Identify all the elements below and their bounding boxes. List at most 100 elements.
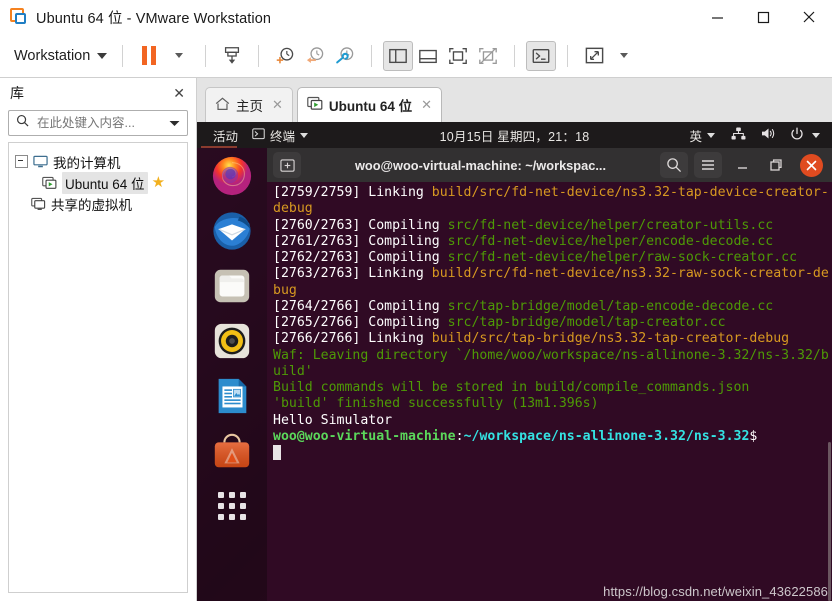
chevron-down-icon bbox=[97, 52, 108, 59]
terminal-text-segment: $ bbox=[749, 428, 766, 444]
rhythmbox-speaker-icon bbox=[214, 323, 250, 359]
terminal-menu-button[interactable] bbox=[694, 152, 722, 178]
tree-item-label: 我的计算机 bbox=[53, 155, 121, 171]
vm-pane: 主页 ✕ Ubuntu 64 位 ✕ 活动 终端 10月15日 星期四，21：1… bbox=[197, 78, 832, 601]
library-header: 库 ✕ bbox=[0, 78, 196, 108]
dock-item-rhythmbox[interactable] bbox=[210, 319, 254, 363]
pause-vm-button[interactable] bbox=[134, 41, 164, 71]
pause-dropdown-button[interactable] bbox=[164, 41, 194, 71]
show-library-button[interactable] bbox=[383, 40, 414, 71]
panel-left-icon bbox=[389, 48, 408, 63]
gnome-top-bar: 活动 终端 10月15日 星期四，21：18 英 bbox=[197, 122, 832, 148]
virtual-machine-running-icon bbox=[307, 96, 323, 114]
terminal-maximize-button[interactable] bbox=[762, 152, 790, 178]
dock-item-thunderbird[interactable] bbox=[210, 209, 254, 253]
workstation-menu-label: Workstation bbox=[14, 47, 91, 64]
terminal-output[interactable]: [2759/2759] Linking build/src/fd-net-dev… bbox=[267, 182, 832, 601]
show-thumbnail-bar-button[interactable] bbox=[413, 41, 443, 71]
library-search-box[interactable] bbox=[8, 110, 188, 136]
tab-home[interactable]: 主页 ✕ bbox=[205, 87, 293, 122]
new-tab-button[interactable] bbox=[273, 152, 301, 178]
hamburger-menu-icon bbox=[702, 160, 714, 170]
terminal-cursor bbox=[273, 445, 281, 460]
files-folder-icon bbox=[214, 269, 250, 303]
hide-console-view-button[interactable] bbox=[473, 41, 503, 71]
power-icon[interactable] bbox=[785, 127, 809, 144]
terminal-text-segment: [2765/2766] Compiling bbox=[273, 315, 448, 330]
terminal-close-button[interactable] bbox=[800, 153, 823, 177]
watermark-text: https://blog.csdn.net/weixin_43622586 bbox=[603, 584, 828, 599]
dock-item-firefox[interactable] bbox=[210, 154, 254, 198]
toolbar-divider bbox=[122, 44, 124, 67]
terminal-text-segment: build/src/tap-bridge/ns3.32-tap-creator-… bbox=[431, 331, 790, 347]
close-icon[interactable]: ✕ bbox=[421, 97, 432, 113]
collapse-toggle-icon[interactable] bbox=[15, 155, 28, 168]
tree-item-label: 共享的虚拟机 bbox=[51, 197, 132, 213]
tree-item-my-computer[interactable]: 我的计算机 bbox=[9, 151, 187, 172]
input-method-button[interactable]: 英 bbox=[682, 122, 722, 148]
maximize-icon bbox=[770, 159, 782, 171]
thunderbird-icon bbox=[213, 212, 251, 250]
window-title: Ubuntu 64 位 - VMware Workstation bbox=[36, 10, 272, 27]
show-console-view-button[interactable] bbox=[443, 41, 473, 71]
tab-ubuntu-64[interactable]: Ubuntu 64 位 ✕ bbox=[296, 87, 443, 122]
search-icon bbox=[667, 158, 682, 173]
fullscreen-icon bbox=[585, 47, 604, 64]
clock-button[interactable]: 10月15日 星期四，21：18 bbox=[440, 126, 590, 145]
workstation-menu-button[interactable]: Workstation bbox=[10, 44, 111, 68]
snapshot-manage-icon bbox=[336, 46, 354, 63]
clock-label: 10月15日 星期四，21：18 bbox=[439, 129, 590, 144]
enter-fullscreen-button[interactable] bbox=[579, 41, 609, 71]
take-snapshot-button[interactable] bbox=[270, 41, 300, 71]
dock-item-libreoffice-writer[interactable] bbox=[210, 374, 254, 418]
close-icon[interactable]: ✕ bbox=[170, 85, 188, 102]
activities-button[interactable]: 活动 bbox=[206, 122, 245, 148]
manage-snapshots-button[interactable] bbox=[330, 41, 360, 71]
library-title: 库 bbox=[10, 85, 24, 101]
close-icon bbox=[806, 160, 817, 170]
terminal-text-segment: [2761/2763] Compiling bbox=[273, 233, 448, 249]
tree-item-ubuntu-64[interactable]: Ubuntu 64 位 ★ bbox=[9, 171, 187, 194]
terminal-title: woo@woo-virtual-machine: ~/workspac... bbox=[354, 157, 607, 173]
tree-item-shared-vms[interactable]: 共享的虚拟机 bbox=[9, 193, 187, 214]
close-button[interactable] bbox=[786, 0, 832, 34]
chevron-down-icon[interactable] bbox=[812, 132, 820, 138]
tab-label: 主页 bbox=[236, 99, 263, 114]
status-area: 英 bbox=[682, 122, 823, 148]
dock-item-show-applications[interactable] bbox=[210, 484, 254, 528]
close-icon[interactable]: ✕ bbox=[272, 97, 283, 113]
vm-console[interactable]: 活动 终端 10月15日 星期四，21：18 英 woo@woo-virtual… bbox=[197, 122, 832, 601]
star-icon[interactable]: ★ bbox=[152, 175, 165, 190]
show-terminal-button[interactable] bbox=[526, 40, 557, 71]
terminal-text-segment: src/tap-bridge/model/tap-creator.cc bbox=[447, 315, 726, 330]
terminal-search-button[interactable] bbox=[660, 152, 688, 178]
minimize-button[interactable] bbox=[694, 0, 740, 34]
terminal-text-segment: Hello Simulator bbox=[273, 412, 393, 428]
vmware-logo-icon bbox=[10, 8, 28, 26]
window-controls bbox=[694, 0, 832, 34]
dock-item-files[interactable] bbox=[210, 264, 254, 308]
network-wired-icon[interactable] bbox=[725, 127, 752, 143]
send-ctrl-alt-del-button[interactable] bbox=[217, 41, 247, 71]
firefox-icon bbox=[212, 156, 252, 196]
search-input[interactable] bbox=[35, 115, 169, 131]
revert-snapshot-button[interactable] bbox=[300, 41, 330, 71]
snapshot-revert-icon bbox=[307, 46, 324, 63]
main-toolbar: Workstation bbox=[0, 34, 832, 78]
maximize-button[interactable] bbox=[740, 0, 786, 34]
terminal-minimize-button[interactable] bbox=[728, 152, 756, 178]
fullscreen-dropdown-button[interactable] bbox=[609, 41, 639, 71]
chevron-down-icon bbox=[300, 132, 309, 138]
terminal-icon bbox=[532, 48, 550, 63]
terminal-text-segment: src/fd-net-device/helper/raw-sock-creato… bbox=[447, 250, 798, 265]
chevron-down-icon[interactable] bbox=[169, 114, 180, 132]
terminal-text-segment: src/fd-net-device/helper/encode-decode.c… bbox=[447, 233, 774, 249]
volume-icon[interactable] bbox=[755, 127, 782, 143]
terminal-text-segment: Build commands will be stored in build/c… bbox=[273, 380, 750, 395]
app-menu-button[interactable]: 终端 bbox=[245, 122, 315, 148]
ubuntu-software-icon bbox=[214, 433, 250, 468]
toolbar-divider bbox=[514, 44, 516, 67]
terminal-window: woo@woo-virtual-machine: ~/workspac... [… bbox=[267, 148, 832, 601]
dock-item-ubuntu-software[interactable] bbox=[210, 429, 254, 473]
terminal-scrollbar[interactable] bbox=[828, 182, 832, 601]
